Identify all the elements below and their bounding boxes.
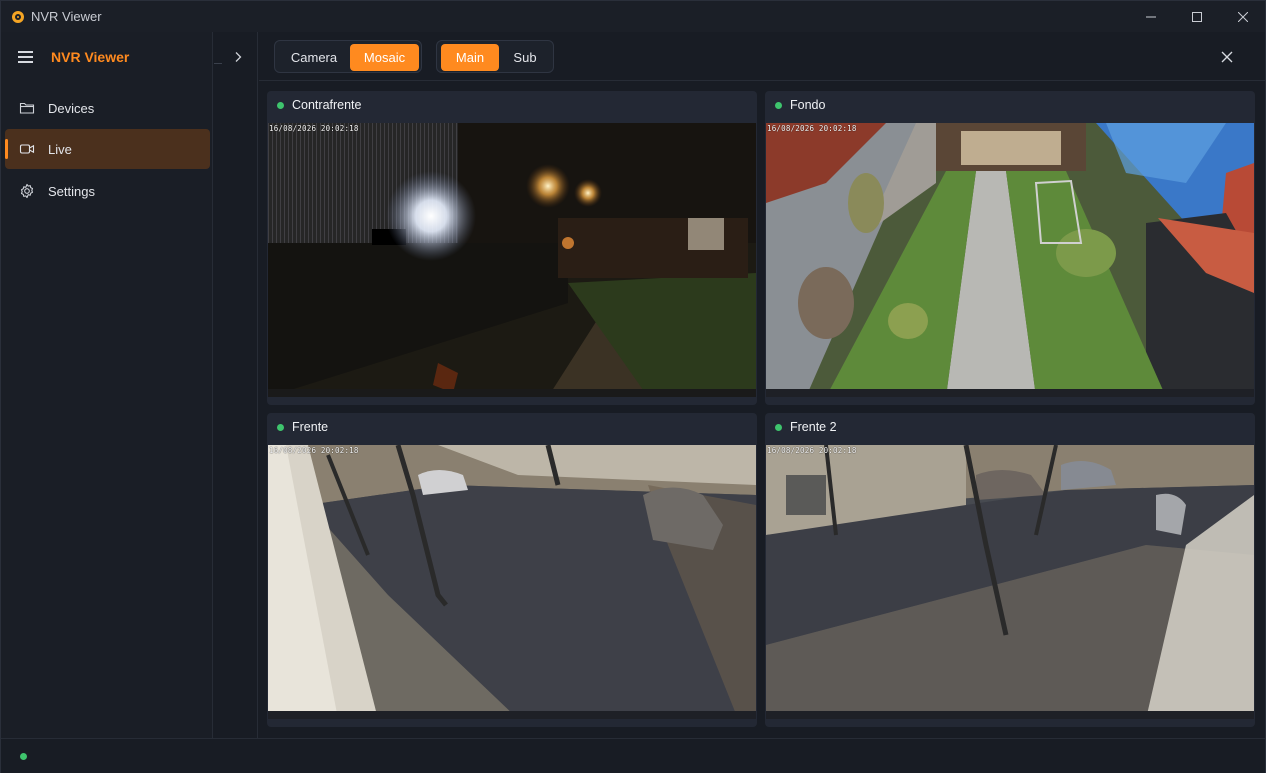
title-bar: NVR Viewer <box>1 1 1265 32</box>
device-panel-collapsed <box>214 32 258 738</box>
maximize-button[interactable] <box>1174 1 1220 32</box>
maximize-icon <box>1192 11 1202 22</box>
camera-name: Fondo <box>790 98 826 112</box>
camera-timestamp-overlay: 16/08/2026 20:02:18 <box>269 446 359 455</box>
connection-status-dot <box>20 753 27 760</box>
gear-icon <box>20 183 34 199</box>
window-title: NVR Viewer <box>31 9 102 24</box>
live-toolbar: Camera Mosaic Main Sub <box>259 32 1265 81</box>
divider <box>214 63 222 64</box>
camera-tile[interactable]: Frente 16/08/2026 20:02:18 <box>267 413 757 727</box>
stream-toggle: Main Sub <box>436 40 554 73</box>
camera-name: Frente 2 <box>790 420 837 434</box>
chevron-right-icon[interactable] <box>231 50 245 64</box>
online-status-dot <box>775 424 782 431</box>
camera-feed[interactable]: 16/08/2026 20:02:18 <box>268 445 756 719</box>
status-bar <box>1 738 1265 773</box>
camera-feed[interactable]: 16/08/2026 20:02:18 <box>766 123 1254 397</box>
camera-feed[interactable]: 16/08/2026 20:02:18 <box>268 123 756 397</box>
camera-tile-header: Contrafrente <box>267 91 757 123</box>
camera-name: Contrafrente <box>292 98 362 112</box>
close-icon <box>1238 11 1248 22</box>
camera-tile[interactable]: Contrafrente 16/08/2026 20:02:18 <box>267 91 757 405</box>
video-camera-icon <box>19 144 35 154</box>
camera-tile[interactable]: Fondo 16/08/2026 20:02:18 <box>765 91 1255 405</box>
app-logo-icon <box>12 11 24 23</box>
online-status-dot <box>775 102 782 109</box>
camera-tile-header: Fondo <box>765 91 1255 123</box>
sidebar: NVR Viewer Devices Live Settings <box>1 32 213 738</box>
camera-timestamp-overlay: 16/08/2026 20:02:18 <box>767 124 857 133</box>
main-stream-button[interactable]: Main <box>441 44 499 71</box>
camera-tile[interactable]: Frente 2 16/08/2026 20:02:18 <box>765 413 1255 727</box>
sidebar-item-live[interactable]: Live <box>5 129 210 169</box>
sidebar-item-label: Settings <box>48 184 95 199</box>
online-status-dot <box>277 102 284 109</box>
camera-name: Frente <box>292 420 329 434</box>
camera-tile-header: Frente 2 <box>765 413 1255 445</box>
camera-timestamp-overlay: 16/08/2026 20:02:18 <box>767 446 857 455</box>
camera-timestamp-overlay: 16/08/2026 20:02:18 <box>269 124 359 133</box>
sidebar-item-label: Devices <box>48 101 95 116</box>
minimize-button[interactable] <box>1128 1 1174 32</box>
hamburger-menu-icon[interactable] <box>18 51 34 63</box>
sidebar-item-settings[interactable]: Settings <box>5 171 210 211</box>
folder-icon <box>19 102 35 114</box>
online-status-dot <box>277 424 284 431</box>
brand-title: NVR Viewer <box>51 49 130 65</box>
sidebar-item-devices[interactable]: Devices <box>5 88 210 128</box>
view-mode-toggle: Camera Mosaic <box>274 40 422 73</box>
camera-mode-button[interactable]: Camera <box>279 44 349 71</box>
sidebar-item-label: Live <box>48 142 72 157</box>
close-icon[interactable] <box>1219 49 1235 65</box>
mosaic-mode-button[interactable]: Mosaic <box>350 44 419 71</box>
minimize-icon <box>1146 16 1156 17</box>
sidebar-header: NVR Viewer <box>1 44 213 70</box>
camera-feed[interactable]: 16/08/2026 20:02:18 <box>766 445 1254 719</box>
camera-tile-header: Frente <box>267 413 757 445</box>
active-indicator <box>5 139 8 159</box>
sub-stream-button[interactable]: Sub <box>499 44 551 71</box>
app-window: NVR Viewer NVR Viewer Devices Live Setti… <box>0 0 1266 773</box>
close-window-button[interactable] <box>1220 1 1266 32</box>
